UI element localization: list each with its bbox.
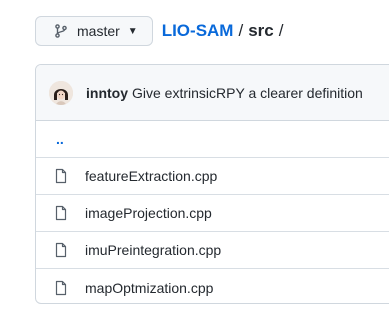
- breadcrumb: LIO-SAM / src /: [162, 21, 289, 41]
- branch-select-button[interactable]: master ▼: [35, 16, 153, 46]
- breadcrumb-trailing-separator: /: [278, 21, 284, 40]
- commit-message[interactable]: Give extrinsicRPY a clearer definition: [132, 85, 363, 101]
- caret-down-icon: ▼: [127, 25, 138, 37]
- latest-commit-bar: inntoy Give extrinsicRPY a clearer defin…: [36, 65, 389, 121]
- git-branch-icon: [53, 23, 69, 39]
- file-name[interactable]: imuPreintegration.cpp: [85, 242, 221, 258]
- file-name[interactable]: imageProjection.cpp: [85, 205, 212, 221]
- file-row[interactable]: imuPreintegration.cpp: [36, 232, 389, 269]
- file-row[interactable]: imageProjection.cpp: [36, 195, 389, 232]
- file-row[interactable]: featureExtraction.cpp: [36, 158, 389, 195]
- topbar: master ▼ LIO-SAM / src /: [35, 15, 288, 47]
- file-icon: [53, 242, 69, 258]
- file-icon: [53, 280, 69, 296]
- file-list-box: inntoy Give extrinsicRPY a clearer defin…: [35, 64, 389, 304]
- file-icon: [53, 168, 69, 184]
- file-name[interactable]: mapOptmization.cpp: [85, 280, 213, 296]
- branch-name: master: [77, 23, 120, 39]
- breadcrumb-separator: /: [238, 21, 244, 40]
- file-icon: [53, 205, 69, 221]
- file-row[interactable]: mapOptmization.cpp: [36, 269, 389, 303]
- parent-directory-link[interactable]: ..: [56, 131, 64, 147]
- breadcrumb-current-folder: src: [248, 21, 274, 40]
- breadcrumb-repo-link[interactable]: LIO-SAM: [162, 21, 234, 41]
- commit-author[interactable]: inntoy: [86, 85, 128, 101]
- parent-directory-row[interactable]: ..: [36, 121, 389, 158]
- avatar[interactable]: [49, 80, 73, 105]
- file-name[interactable]: featureExtraction.cpp: [85, 168, 217, 184]
